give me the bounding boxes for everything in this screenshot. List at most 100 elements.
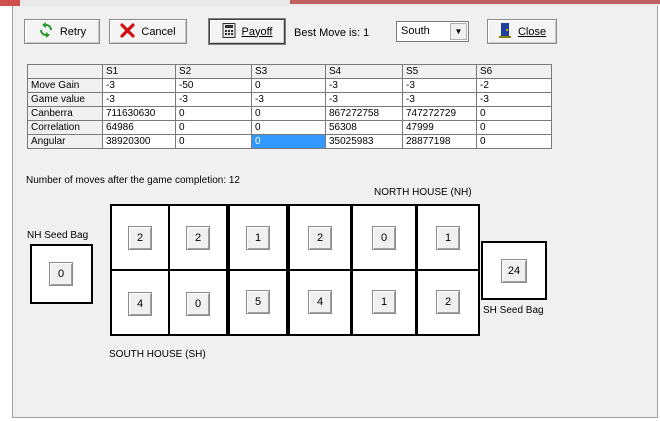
title-bar-tab	[290, 0, 660, 4]
south-pit-button[interactable]: 1	[372, 290, 396, 314]
retry-label: Retry	[59, 25, 87, 38]
table-cell[interactable]: -3	[251, 92, 326, 107]
cancel-label: Cancel	[141, 25, 176, 38]
sh-seed-bag-button[interactable]: 24	[501, 259, 527, 283]
south-pit-button[interactable]: 5	[246, 290, 270, 314]
north-pit-button[interactable]: 2	[128, 226, 152, 250]
table-cell[interactable]: -2	[476, 78, 552, 93]
nh-seed-bag-button[interactable]: 0	[49, 262, 73, 286]
row-label: Move Gain	[27, 78, 103, 93]
table-cell[interactable]: 0	[476, 134, 552, 149]
south-pit-button[interactable]: 0	[186, 292, 210, 316]
moves-after-text: Number of moves after the game completio…	[26, 175, 240, 186]
app-window: Retry Cancel Payoff Best Move is: 1 Sout…	[12, 6, 658, 418]
row-label: Canberra	[27, 106, 103, 121]
south-pit-button[interactable]: 4	[128, 292, 152, 316]
south-pit-5: 1	[351, 269, 417, 336]
table-cell[interactable]: -3	[476, 92, 552, 107]
side-select-value: South	[401, 25, 430, 37]
north-house-label: NORTH HOUSE (NH)	[374, 187, 472, 198]
column-header-s4: S4	[325, 64, 403, 79]
table-cell[interactable]: 56308	[325, 120, 403, 135]
south-pit-3: 5	[228, 269, 288, 336]
south-pit-1: 4	[110, 269, 170, 336]
table-cell[interactable]: 747272729	[402, 106, 477, 121]
table-row: Game value -3 -3 -3 -3 -3 -3	[27, 92, 552, 107]
payoff-label: Payoff	[241, 25, 273, 38]
north-pit-3: 1	[228, 204, 288, 271]
column-header-s2: S2	[175, 64, 252, 79]
column-header-s5: S5	[402, 64, 477, 79]
north-pit-button[interactable]: 0	[372, 226, 396, 250]
chevron-down-icon[interactable]: ▼	[450, 23, 467, 40]
table-cell[interactable]: -3	[102, 78, 176, 93]
table-cell[interactable]: 0	[251, 78, 326, 93]
payoff-button[interactable]: Payoff	[209, 19, 285, 44]
south-pit-button[interactable]: 4	[308, 290, 332, 314]
calculator-icon	[222, 22, 236, 41]
table-cell[interactable]: -3	[325, 78, 403, 93]
table-cell[interactable]: 711630630	[102, 106, 176, 121]
table-cell[interactable]: -3	[402, 78, 477, 93]
table-cell[interactable]: 35025983	[325, 134, 403, 149]
north-pit-4: 2	[288, 204, 352, 271]
close-button[interactable]: Close	[487, 19, 557, 44]
stats-table: S1 S2 S3 S4 S5 S6 Move Gain -3 -50 0 -3 …	[27, 64, 552, 149]
table-cell[interactable]: -3	[402, 92, 477, 107]
table-cell[interactable]: 0	[251, 120, 326, 135]
side-select[interactable]: South ▼	[396, 21, 469, 42]
south-pit-4: 4	[288, 269, 352, 336]
table-cell[interactable]: 0	[476, 120, 552, 135]
north-pit-1: 2	[110, 204, 170, 271]
table-row: Move Gain -3 -50 0 -3 -3 -2	[27, 78, 552, 93]
north-pit-button[interactable]: 1	[246, 226, 270, 250]
south-pit-6: 2	[416, 269, 480, 336]
table-cell[interactable]: 0	[476, 106, 552, 121]
row-label: Correlation	[27, 120, 103, 135]
column-header-s3: S3	[251, 64, 326, 79]
row-label: Angular	[27, 134, 103, 149]
table-row: Correlation 64986 0 0 56308 47999 0	[27, 120, 552, 135]
column-header-s1: S1	[102, 64, 176, 79]
nh-seed-bag: 0	[30, 244, 93, 304]
nh-seed-bag-label: NH Seed Bag	[27, 230, 89, 241]
sh-seed-bag: 24	[481, 241, 547, 300]
table-cell[interactable]: -50	[175, 78, 252, 93]
north-pit-button[interactable]: 2	[186, 226, 210, 250]
table-cell[interactable]: 38920300	[102, 134, 176, 149]
column-header-s6: S6	[476, 64, 552, 79]
close-label: Close	[517, 25, 547, 38]
table-row: Angular 38920300 0 0 35025983 28877198 0	[27, 134, 552, 149]
table-cell[interactable]: 0	[175, 120, 252, 135]
north-pit-6: 1	[416, 204, 480, 271]
north-pit-5: 0	[351, 204, 417, 271]
table-cell[interactable]: -3	[102, 92, 176, 107]
table-cell[interactable]: 0	[175, 106, 252, 121]
south-pit-2: 0	[168, 269, 228, 336]
retry-button[interactable]: Retry	[24, 19, 100, 44]
table-cell[interactable]: 28877198	[402, 134, 477, 149]
table-cell[interactable]: -3	[175, 92, 252, 107]
north-pit-button[interactable]: 1	[436, 226, 460, 250]
table-header-row: S1 S2 S3 S4 S5 S6	[27, 64, 552, 79]
x-icon	[120, 22, 135, 41]
table-cell-selected[interactable]: 0	[251, 134, 326, 149]
table-cell[interactable]: -3	[325, 92, 403, 107]
table-corner-cell	[27, 64, 103, 79]
cancel-button[interactable]: Cancel	[109, 19, 187, 44]
north-pit-button[interactable]: 2	[308, 226, 332, 250]
row-label: Game value	[27, 92, 103, 107]
table-cell[interactable]: 867272758	[325, 106, 403, 121]
table-cell[interactable]: 0	[175, 134, 252, 149]
table-cell[interactable]: 64986	[102, 120, 176, 135]
south-house-label: SOUTH HOUSE (SH)	[109, 349, 206, 360]
table-row: Canberra 711630630 0 0 867272758 7472727…	[27, 106, 552, 121]
refresh-icon	[38, 22, 54, 41]
north-pit-2: 2	[168, 204, 228, 271]
south-pit-button[interactable]: 2	[436, 290, 460, 314]
table-cell[interactable]: 0	[251, 106, 326, 121]
best-move-text: Best Move is: 1	[294, 27, 370, 39]
door-icon	[498, 22, 512, 41]
table-cell[interactable]: 47999	[402, 120, 477, 135]
sh-seed-bag-label: SH Seed Bag	[483, 305, 544, 316]
